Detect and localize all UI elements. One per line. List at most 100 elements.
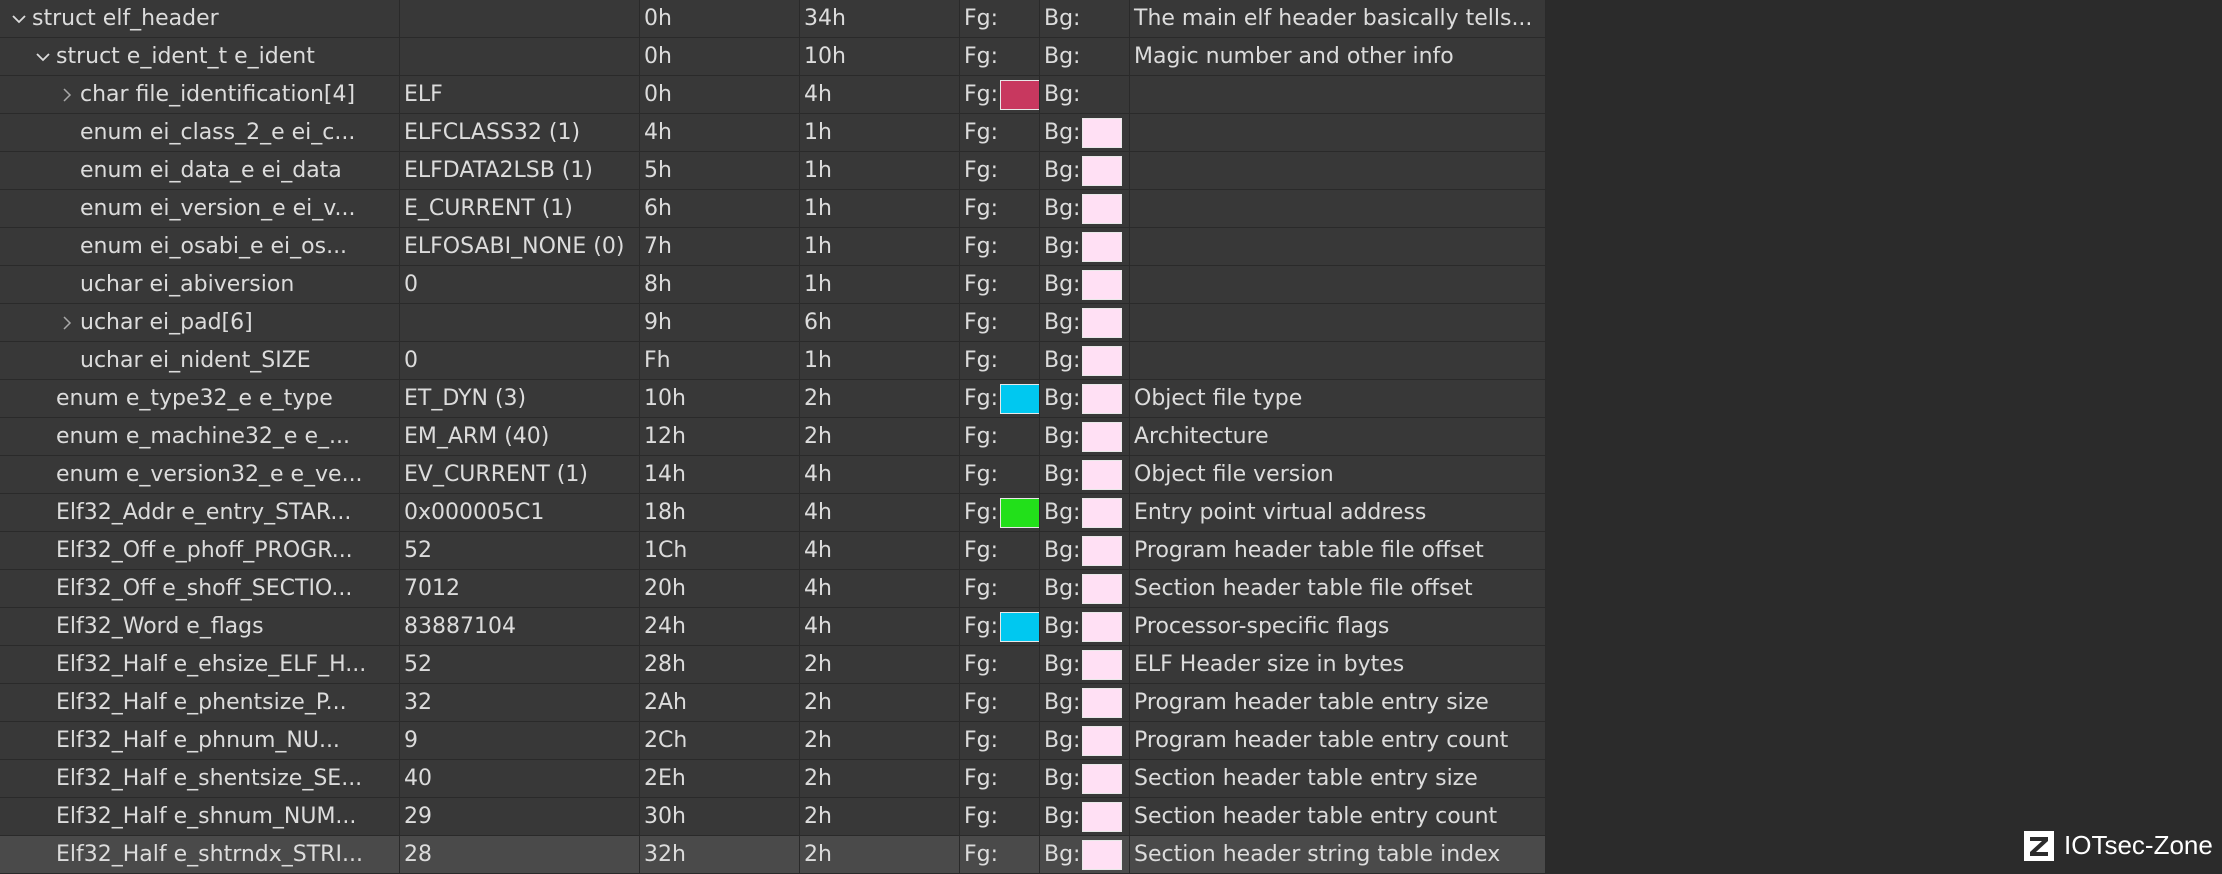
fg-color-swatch[interactable]: [1000, 384, 1039, 414]
table-row[interactable]: Elf32_Half e_phnum_NU... 9 2Ch 2h Fg: Bg: Prog…: [0, 722, 1546, 760]
bg-color-swatch[interactable]: [1082, 726, 1123, 756]
table-row[interactable]: Elf32_Half e_ehsize_ELF_H... 52 28h 2h Fg: Bg…: [0, 646, 1546, 684]
table-row[interactable]: Elf32_Addr e_entry_STAR... 0x000005C1 18h 4…: [0, 494, 1546, 532]
name-cell[interactable]: enum e_type32_e e_type: [0, 380, 400, 418]
fg-cell[interactable]: Fg:: [960, 760, 1040, 798]
bg-cell[interactable]: Bg:: [1040, 494, 1130, 532]
fg-color-swatch[interactable]: [1000, 80, 1039, 110]
name-cell[interactable]: Elf32_Half e_shnum_NUM...: [0, 798, 400, 836]
name-cell[interactable]: enum e_version32_e e_ve...: [0, 456, 400, 494]
bg-color-swatch[interactable]: [1082, 612, 1123, 642]
fg-cell[interactable]: Fg:: [960, 570, 1040, 608]
name-cell[interactable]: uchar ei_pad[6]: [0, 304, 400, 342]
table-row[interactable]: enum e_machine32_e e_... EM_ARM (40) 12h 2h…: [0, 418, 1546, 456]
fg-cell[interactable]: Fg:: [960, 836, 1040, 874]
fg-cell[interactable]: Fg:: [960, 76, 1040, 114]
name-cell[interactable]: uchar ei_abiversion: [0, 266, 400, 304]
name-cell[interactable]: Elf32_Half e_phnum_NU...: [0, 722, 400, 760]
bg-cell[interactable]: Bg:: [1040, 304, 1130, 342]
bg-cell[interactable]: Bg:: [1040, 342, 1130, 380]
name-cell[interactable]: enum ei_data_e ei_data: [0, 152, 400, 190]
bg-cell[interactable]: Bg:: [1040, 456, 1130, 494]
bg-cell[interactable]: Bg:: [1040, 570, 1130, 608]
table-row[interactable]: Elf32_Off e_phoff_PROGR... 52 1Ch 4h Fg: Bg: P…: [0, 532, 1546, 570]
fg-cell[interactable]: Fg:: [960, 38, 1040, 76]
table-row[interactable]: uchar ei_pad[6] 9h 6h Fg: Bg:: [0, 304, 1546, 342]
fg-cell[interactable]: Fg:: [960, 304, 1040, 342]
table-row[interactable]: enum ei_class_2_e ei_c... ELFCLASS32 (1) 4…: [0, 114, 1546, 152]
table-row[interactable]: struct elf_header 0h 34h Fg: Bg: The main elf…: [0, 0, 1546, 38]
bg-color-swatch[interactable]: [1082, 460, 1123, 490]
fg-cell[interactable]: Fg:: [960, 456, 1040, 494]
fg-cell[interactable]: Fg:: [960, 646, 1040, 684]
bg-color-swatch[interactable]: [1082, 422, 1123, 452]
table-row[interactable]: Elf32_Word e_flags 83887104 24h 4h Fg: Bg: Pro…: [0, 608, 1546, 646]
name-cell[interactable]: Elf32_Half e_shentsize_SE...: [0, 760, 400, 798]
fg-cell[interactable]: Fg:: [960, 798, 1040, 836]
bg-color-swatch[interactable]: [1082, 118, 1123, 148]
fg-cell[interactable]: Fg:: [960, 684, 1040, 722]
table-row[interactable]: enum ei_version_e ei_v... E_CURRENT (1) 6h…: [0, 190, 1546, 228]
bg-color-swatch[interactable]: [1082, 574, 1123, 604]
bg-cell[interactable]: Bg:: [1040, 646, 1130, 684]
name-cell[interactable]: enum ei_version_e ei_v...: [0, 190, 400, 228]
name-cell[interactable]: Elf32_Addr e_entry_STAR...: [0, 494, 400, 532]
name-cell[interactable]: enum ei_osabi_e ei_os...: [0, 228, 400, 266]
table-row[interactable]: uchar ei_abiversion 0 8h 1h Fg: Bg:: [0, 266, 1546, 304]
bg-cell[interactable]: Bg:: [1040, 190, 1130, 228]
bg-color-swatch[interactable]: [1082, 232, 1123, 262]
table-row[interactable]: struct e_ident_t e_ident 0h 10h Fg: Bg: Magic…: [0, 38, 1546, 76]
name-cell[interactable]: struct elf_header: [0, 0, 400, 38]
fg-color-swatch[interactable]: [1000, 612, 1039, 642]
chevron-down-icon[interactable]: [30, 49, 56, 65]
bg-color-swatch[interactable]: [1082, 840, 1123, 870]
bg-cell[interactable]: Bg:: [1040, 266, 1130, 304]
fg-cell[interactable]: Fg:: [960, 152, 1040, 190]
table-row[interactable]: uchar ei_nident_SIZE 0 Fh 1h Fg: Bg:: [0, 342, 1546, 380]
table-row[interactable]: char file_identification[4] ELF 0h 4h Fg: Bg:: [0, 76, 1546, 114]
name-cell[interactable]: Elf32_Off e_shoff_SECTIO...: [0, 570, 400, 608]
fg-color-swatch[interactable]: [1000, 498, 1039, 528]
fg-cell[interactable]: Fg:: [960, 722, 1040, 760]
bg-cell[interactable]: Bg:: [1040, 532, 1130, 570]
bg-cell[interactable]: Bg:: [1040, 722, 1130, 760]
bg-cell[interactable]: Bg:: [1040, 228, 1130, 266]
fg-cell[interactable]: Fg:: [960, 608, 1040, 646]
fg-cell[interactable]: Fg:: [960, 228, 1040, 266]
bg-cell[interactable]: Bg:: [1040, 760, 1130, 798]
table-row[interactable]: Elf32_Half e_shtrndx_STRI... 28 32h 2h Fg: Bg…: [0, 836, 1546, 874]
fg-cell[interactable]: Fg:: [960, 114, 1040, 152]
bg-cell[interactable]: Bg:: [1040, 836, 1130, 874]
bg-cell[interactable]: Bg:: [1040, 76, 1130, 114]
name-cell[interactable]: char file_identification[4]: [0, 76, 400, 114]
table-row[interactable]: enum e_type32_e e_type ET_DYN (3) 10h 2h Fg:…: [0, 380, 1546, 418]
bg-cell[interactable]: Bg:: [1040, 0, 1130, 38]
name-cell[interactable]: uchar ei_nident_SIZE: [0, 342, 400, 380]
bg-color-swatch[interactable]: [1082, 688, 1123, 718]
name-cell[interactable]: enum ei_class_2_e ei_c...: [0, 114, 400, 152]
bg-cell[interactable]: Bg:: [1040, 608, 1130, 646]
name-cell[interactable]: struct e_ident_t e_ident: [0, 38, 400, 76]
bg-color-swatch[interactable]: [1082, 498, 1123, 528]
fg-cell[interactable]: Fg:: [960, 190, 1040, 228]
bg-color-swatch[interactable]: [1082, 650, 1123, 680]
chevron-right-icon[interactable]: [54, 315, 80, 331]
table-row[interactable]: Elf32_Half e_shnum_NUM... 29 30h 2h Fg: Bg: Se…: [0, 798, 1546, 836]
bg-cell[interactable]: Bg:: [1040, 418, 1130, 456]
bg-color-swatch[interactable]: [1082, 270, 1123, 300]
bg-color-swatch[interactable]: [1082, 802, 1123, 832]
bg-cell[interactable]: Bg:: [1040, 380, 1130, 418]
table-row[interactable]: enum ei_data_e ei_data ELFDATA2LSB (1) 5h 1…: [0, 152, 1546, 190]
chevron-down-icon[interactable]: [6, 11, 32, 27]
fg-cell[interactable]: Fg:: [960, 342, 1040, 380]
table-row[interactable]: Elf32_Half e_shentsize_SE... 40 2Eh 2h Fg: Bg…: [0, 760, 1546, 798]
table-row[interactable]: Elf32_Half e_phentsize_P... 32 2Ah 2h Fg: Bg:…: [0, 684, 1546, 722]
table-row[interactable]: enum ei_osabi_e ei_os... ELFOSABI_NONE (0…: [0, 228, 1546, 266]
bg-color-swatch[interactable]: [1082, 308, 1123, 338]
fg-cell[interactable]: Fg:: [960, 532, 1040, 570]
bg-color-swatch[interactable]: [1082, 764, 1123, 794]
bg-cell[interactable]: Bg:: [1040, 114, 1130, 152]
bg-cell[interactable]: Bg:: [1040, 38, 1130, 76]
name-cell[interactable]: Elf32_Half e_ehsize_ELF_H...: [0, 646, 400, 684]
bg-color-swatch[interactable]: [1082, 346, 1123, 376]
